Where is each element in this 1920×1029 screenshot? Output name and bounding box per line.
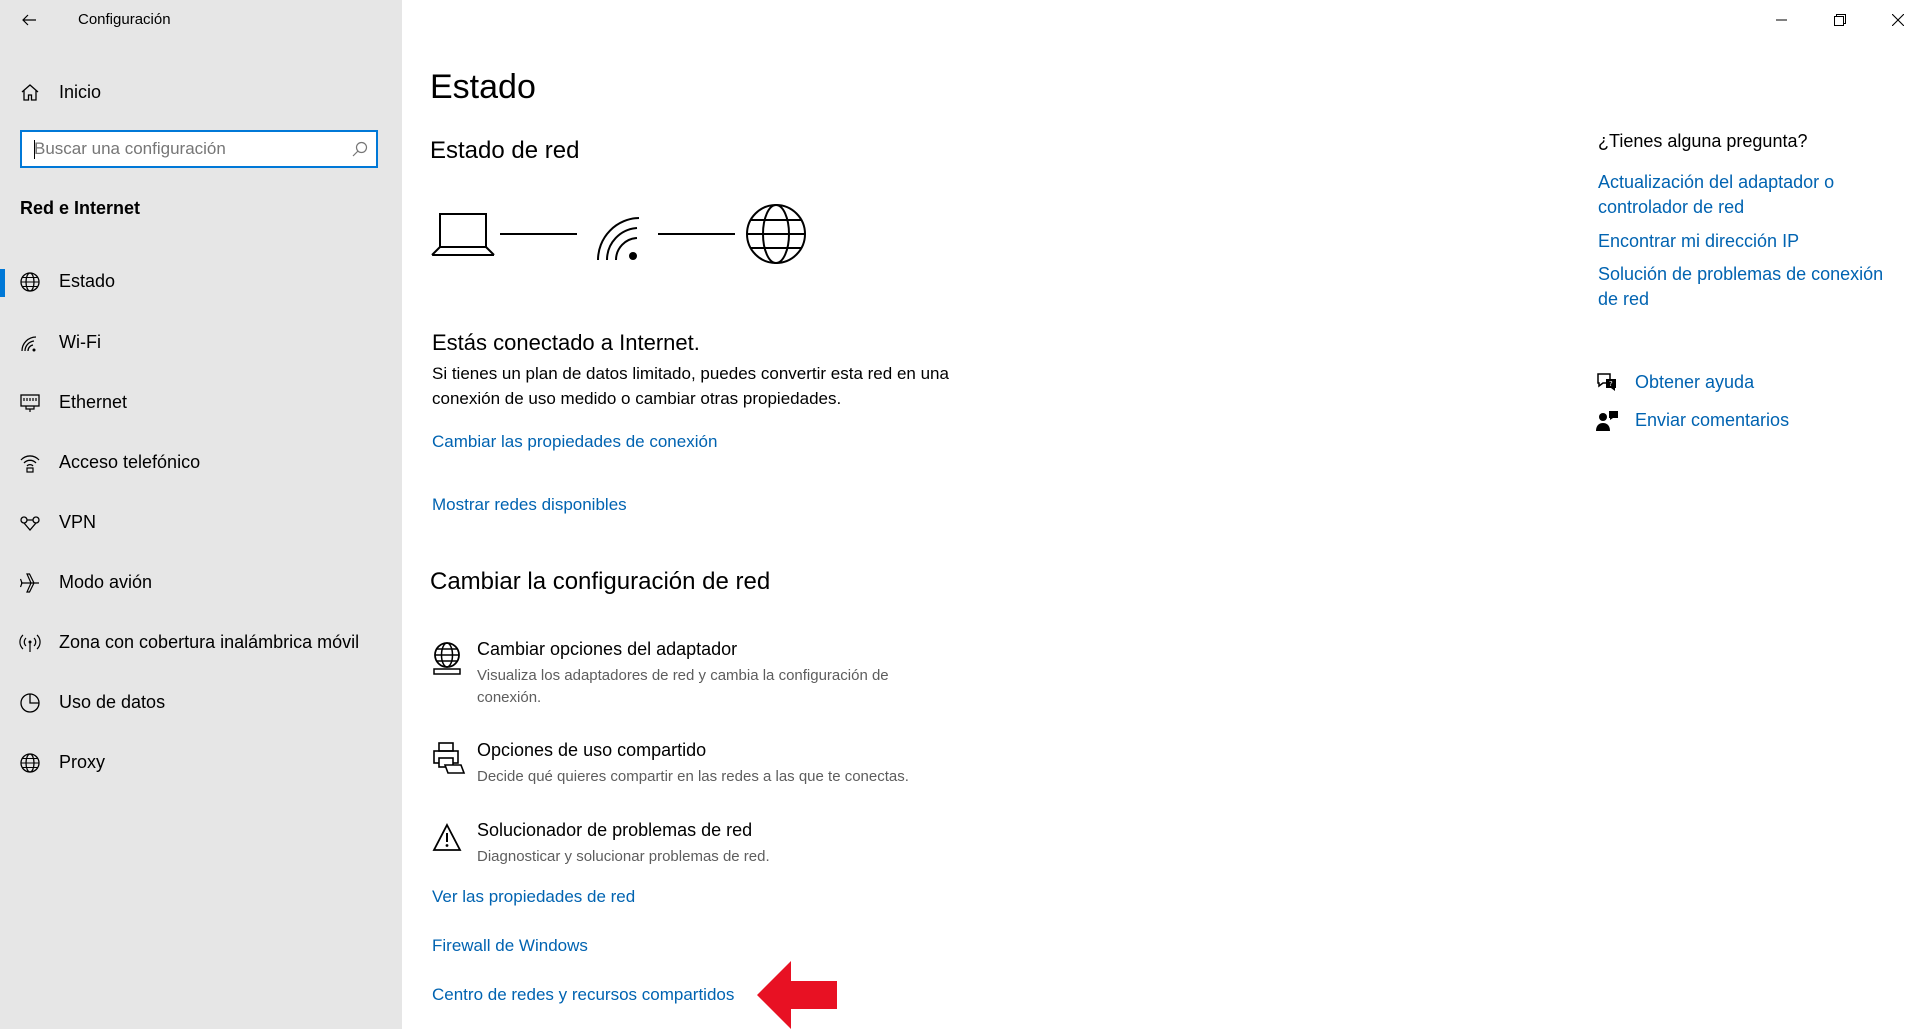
home-label: Inicio — [59, 82, 102, 102]
help-link-troubleshoot-connection[interactable]: Solución de problemas de conexión de red — [1598, 262, 1898, 312]
restore-icon — [1834, 14, 1846, 26]
network-sharing-center-link[interactable]: Centro de redes y recursos compartidos — [432, 985, 734, 1005]
hotspot-icon — [19, 634, 41, 652]
connection-line — [500, 233, 577, 235]
red-arrow-icon — [757, 961, 837, 1029]
back-arrow-icon — [22, 14, 36, 26]
help-link-adapter-update[interactable]: Actualización del adaptador o controlado… — [1598, 170, 1858, 220]
sidebar-item-label: Zona con cobertura inalámbrica móvil — [59, 632, 360, 652]
sidebar-item-modo-avion[interactable]: Modo avión — [0, 559, 402, 607]
connected-heading: Estás conectado a Internet. — [432, 330, 700, 355]
option-sharing[interactable]: Opciones de uso compartido Decide qué qu… — [430, 739, 990, 799]
feedback-link: Enviar comentarios — [1635, 410, 1790, 430]
sidebar-item-estado[interactable]: Estado — [0, 258, 402, 306]
sidebar-item-ethernet[interactable]: Ethernet — [0, 379, 402, 427]
option-title: Cambiar opciones del adaptador — [477, 639, 738, 659]
laptop-icon — [431, 213, 495, 256]
close-icon — [1892, 14, 1904, 26]
option-description: Visualiza los adaptadores de red y cambi… — [477, 667, 889, 706]
change-connection-properties-link[interactable]: Cambiar las propiedades de conexión — [432, 432, 717, 452]
help-question: ¿Tienes alguna pregunta? — [1598, 131, 1808, 151]
sidebar-item-proxy[interactable]: Proxy — [0, 739, 402, 787]
view-network-properties-link[interactable]: Ver las propiedades de red — [432, 887, 635, 907]
minimize-button[interactable] — [1758, 0, 1804, 40]
sidebar-item-label: Ethernet — [59, 392, 128, 412]
warning-triangle-icon — [432, 823, 462, 851]
home-nav-item[interactable]: Inicio — [0, 72, 402, 112]
network-diagram — [430, 198, 810, 270]
dialup-icon — [20, 455, 40, 473]
get-help-link: Obtener ayuda — [1635, 372, 1755, 392]
get-help-row[interactable]: ? Obtener ayuda — [1595, 370, 1855, 400]
restore-button[interactable] — [1816, 0, 1862, 40]
airplane-icon — [19, 573, 39, 593]
ethernet-icon — [20, 394, 40, 412]
svg-text:?: ? — [1609, 380, 1613, 388]
sidebar-item-label: Uso de datos — [59, 692, 166, 712]
active-indicator — [0, 269, 5, 297]
minimize-icon — [1776, 19, 1787, 21]
option-description: Decide qué quieres compartir en las rede… — [477, 768, 909, 785]
sidebar-item-uso-datos[interactable]: Uso de datos — [0, 679, 402, 727]
sidebar-item-label: Acceso telefónico — [59, 452, 201, 472]
vpn-icon — [20, 516, 40, 531]
close-button[interactable] — [1874, 0, 1920, 40]
windows-firewall-link[interactable]: Firewall de Windows — [432, 936, 588, 956]
page-title: Estado — [430, 68, 536, 106]
globe-status-icon — [20, 272, 40, 292]
feedback-row[interactable]: Enviar comentarios — [1595, 408, 1855, 438]
sidebar-item-vpn[interactable]: VPN — [0, 499, 402, 547]
option-title: Solucionador de problemas de red — [477, 820, 753, 840]
section-title: Red e Internet — [20, 198, 141, 218]
wifi-icon — [21, 336, 37, 352]
change-network-settings-title: Cambiar la configuración de red — [430, 568, 771, 595]
sidebar-item-label: Estado — [59, 271, 116, 291]
chat-help-icon: ? — [1597, 373, 1616, 391]
sidebar-item-label: Proxy — [59, 752, 106, 772]
sidebar-item-label: Modo avión — [59, 572, 153, 592]
sidebar-item-label: Wi-Fi — [59, 332, 101, 352]
search-icon[interactable] — [352, 141, 368, 157]
feedback-person-icon — [1596, 411, 1618, 431]
option-description: Diagnosticar y solucionar problemas de r… — [477, 848, 770, 865]
sidebar-item-acceso-telefonico[interactable]: Acceso telefónico — [0, 439, 402, 487]
sidebar-item-wifi[interactable]: Wi-Fi — [0, 319, 402, 367]
option-title: Opciones de uso compartido — [477, 740, 707, 760]
sharing-printer-icon — [433, 742, 466, 774]
globe-icon — [20, 753, 40, 773]
connected-description: Si tienes un plan de datos limitado, pue… — [432, 364, 949, 408]
option-troubleshooter[interactable]: Solucionador de problemas de red Diagnos… — [430, 819, 990, 879]
wifi-signal-icon — [597, 217, 640, 261]
sidebar-item-label: VPN — [59, 512, 97, 532]
connection-line — [658, 233, 735, 235]
search-box[interactable] — [20, 130, 378, 168]
show-available-networks-link[interactable]: Mostrar redes disponibles — [432, 495, 627, 515]
search-input[interactable] — [34, 132, 334, 166]
adapter-globe-icon — [433, 642, 461, 675]
sidebar: Configuración Inicio Red e Internet Esta… — [0, 0, 402, 1029]
back-button[interactable] — [0, 0, 60, 40]
sidebar-item-zona-cobertura[interactable]: Zona con cobertura inalámbrica móvil — [0, 619, 402, 667]
data-usage-icon — [20, 693, 40, 713]
network-status-title: Estado de red — [430, 137, 580, 164]
help-link-find-ip[interactable]: Encontrar mi dirección IP — [1598, 229, 1898, 254]
app-title: Configuración — [78, 11, 171, 28]
home-icon — [21, 84, 39, 101]
option-adapter[interactable]: Cambiar opciones del adaptador Visualiza… — [430, 638, 990, 718]
globe-icon — [746, 204, 806, 264]
